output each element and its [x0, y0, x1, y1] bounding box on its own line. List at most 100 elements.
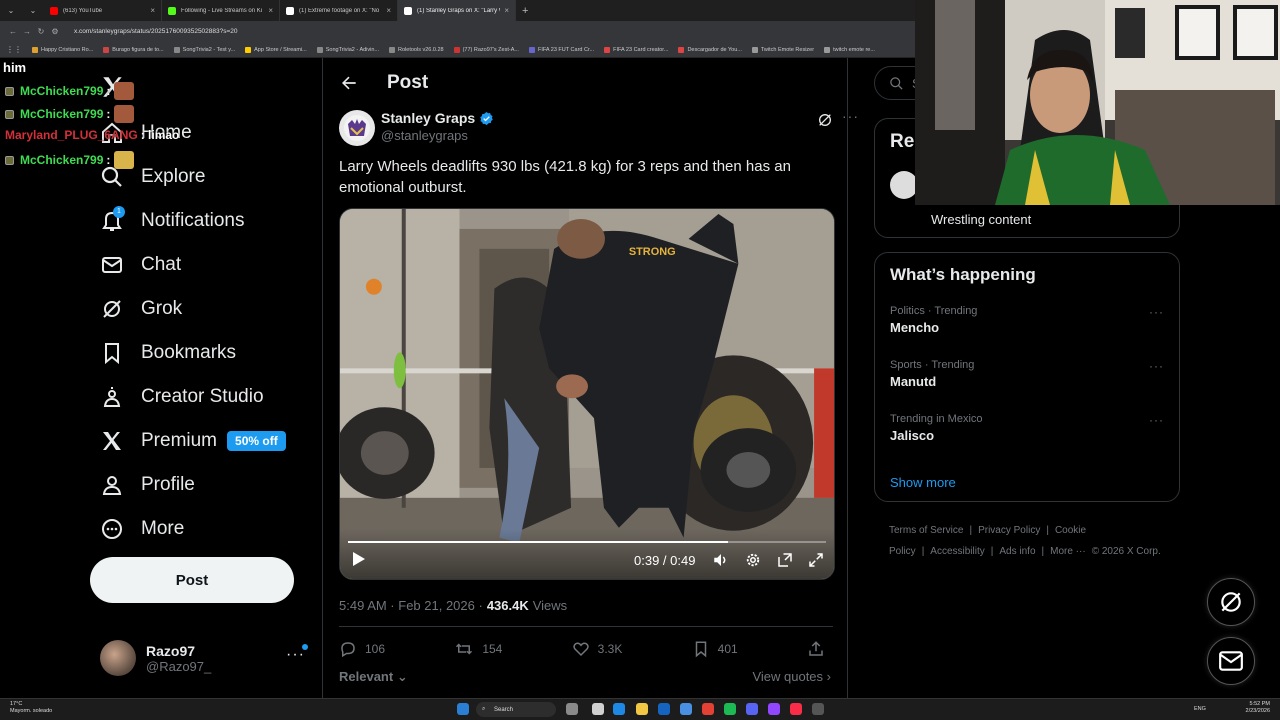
- sidebar-item-more[interactable]: More: [100, 513, 184, 545]
- bookmark-item[interactable]: Roletools v26.0.28: [389, 46, 444, 53]
- bookmark-item[interactable]: SongTrivia2 - Adivin...: [316, 46, 379, 53]
- more-icon[interactable]: ···: [286, 646, 305, 664]
- bookmark-item[interactable]: Burago figura de to...: [103, 46, 164, 53]
- language-indicator[interactable]: ENG: [1194, 706, 1206, 712]
- reload-icon[interactable]: ↻: [34, 27, 48, 36]
- app-icon[interactable]: [812, 703, 824, 715]
- like-button[interactable]: 3.3K: [572, 640, 622, 658]
- widgets-icon[interactable]: [566, 703, 578, 715]
- footer-link[interactable]: Terms of Service: [889, 525, 963, 536]
- trend-item[interactable]: Politics · Trending Mencho ···: [890, 305, 1170, 335]
- share-button[interactable]: [807, 640, 833, 658]
- chat-badge-icon: [5, 109, 14, 119]
- trend-item[interactable]: Sports · Trending Manutd ···: [890, 359, 1170, 389]
- footer-link[interactable]: © 2026 X Corp.: [1092, 546, 1161, 557]
- mail-app-icon[interactable]: [680, 703, 692, 715]
- weather-widget[interactable]: 17°C Mayorm. soleado: [10, 701, 52, 715]
- account-switcher[interactable]: Razo97 @Razo97_ ···: [100, 638, 310, 678]
- author-name[interactable]: Stanley Graps: [381, 110, 494, 126]
- bookmark-item[interactable]: Descargador de You...: [678, 46, 742, 53]
- footer-link[interactable]: More ···: [1050, 546, 1086, 557]
- bookmark-item[interactable]: FIFA 23 FUT Card Cr...: [528, 46, 594, 53]
- taskbar-search[interactable]: ⌕ Search: [476, 702, 556, 717]
- sidebar-item-premium[interactable]: Premium 50% off: [100, 425, 286, 457]
- chrome-icon[interactable]: [702, 703, 714, 715]
- browser-tab[interactable]: (1) Extreme footage on X: "No ×: [280, 0, 398, 21]
- post-timestamp[interactable]: 5:49 AM · Feb 21, 2026 ·: [339, 598, 483, 613]
- sidebar-item-bookmarks[interactable]: Bookmarks: [100, 337, 236, 369]
- file-explorer-icon[interactable]: [636, 703, 648, 715]
- store-icon[interactable]: [658, 703, 670, 715]
- browser-tab[interactable]: (613) YouTube ×: [44, 0, 162, 21]
- author-handle[interactable]: @stanleygraps: [381, 128, 468, 143]
- discord-icon[interactable]: [746, 703, 758, 715]
- back-arrow-icon[interactable]: [339, 73, 359, 93]
- url-field[interactable]: x.com/stanleygraps/status/20251760093525…: [74, 28, 238, 35]
- new-tab-button[interactable]: +: [522, 5, 528, 17]
- browser-tab[interactable]: (1) Stanley Graps on X: "Larry W ×: [398, 0, 516, 21]
- browser-tab[interactable]: Following - Live Streams on Ki ×: [162, 0, 280, 21]
- sidebar-item-notifications[interactable]: 1 Notifications: [100, 205, 245, 237]
- footer-link[interactable]: Ads info: [999, 546, 1035, 557]
- reply-sort-dropdown[interactable]: Relevant ⌄: [339, 669, 408, 685]
- footer-link[interactable]: Privacy Policy: [978, 525, 1040, 536]
- post-more-icon[interactable]: ···: [842, 108, 859, 124]
- edge-icon[interactable]: [613, 703, 625, 715]
- sidebar-item-profile[interactable]: Profile: [100, 469, 195, 501]
- trend-item[interactable]: Trending in Mexico Jalisco ···: [890, 413, 1170, 443]
- settings-icon[interactable]: [744, 551, 762, 569]
- music-icon[interactable]: [790, 703, 802, 715]
- sidebar-item-chat[interactable]: Chat: [100, 249, 181, 281]
- author-avatar[interactable]: [339, 110, 375, 146]
- tab-list-icon[interactable]: ⌄: [0, 0, 22, 21]
- grok-icon[interactable]: [817, 112, 833, 128]
- footer-link[interactable]: Accessibility: [930, 546, 984, 557]
- trend-more-icon[interactable]: ···: [1149, 305, 1164, 319]
- sidebar-item-label: More: [141, 518, 185, 539]
- bookmark-item[interactable]: twitch emote re...: [824, 46, 875, 53]
- bookmark-favicon-icon: [528, 46, 535, 53]
- relevant-avatar[interactable]: [890, 171, 918, 199]
- sidebar-item-grok[interactable]: Grok: [100, 293, 182, 325]
- grok-fab-button[interactable]: [1207, 578, 1255, 626]
- reply-button[interactable]: 106: [339, 640, 385, 658]
- video-player[interactable]: STRONG 0:39 / 0:49: [339, 208, 835, 580]
- apps-icon[interactable]: ⋮⋮: [6, 45, 22, 54]
- repost-button[interactable]: 154: [454, 640, 502, 658]
- close-icon[interactable]: ×: [504, 6, 509, 15]
- bell-icon: 1: [100, 206, 125, 233]
- search-icon: ⌕: [482, 706, 486, 712]
- show-more-link[interactable]: Show more: [890, 475, 956, 490]
- start-icon[interactable]: [457, 703, 469, 715]
- forward-icon[interactable]: →: [20, 27, 34, 36]
- obs-icon[interactable]: [768, 703, 780, 715]
- site-info-icon[interactable]: ⚙: [48, 27, 62, 36]
- task-view-icon[interactable]: [592, 703, 604, 715]
- trend-more-icon[interactable]: ···: [1149, 359, 1164, 373]
- clock[interactable]: 5:52 PM 2/23/2026: [1246, 701, 1270, 715]
- bookmark-item[interactable]: SongTrivia2 - Test y...: [173, 46, 235, 53]
- sidebar-item-creator-studio[interactable]: Creator Studio: [100, 381, 264, 413]
- bookmark-item[interactable]: Happy Cristiano Ro...: [32, 46, 93, 53]
- bookmark-item[interactable]: (77) Razo97's Zest-A...: [453, 46, 519, 53]
- bookmark-item[interactable]: Twitch Emote Resizer: [751, 46, 814, 53]
- view-quotes-link[interactable]: View quotes ›: [752, 669, 831, 684]
- bookmark-button[interactable]: 401: [692, 640, 738, 658]
- back-icon[interactable]: ←: [6, 27, 20, 36]
- bookmark-item[interactable]: FIFA 23 Card creator...: [604, 46, 668, 53]
- trend-more-icon[interactable]: ···: [1149, 413, 1164, 427]
- pip-icon[interactable]: [776, 551, 794, 569]
- fullscreen-icon[interactable]: [807, 551, 825, 569]
- close-icon[interactable]: ×: [386, 6, 391, 15]
- play-icon[interactable]: [352, 551, 366, 567]
- close-icon[interactable]: ×: [150, 6, 155, 15]
- messages-fab-button[interactable]: [1207, 637, 1255, 685]
- bookmark-item[interactable]: App Store / Streami...: [245, 46, 307, 53]
- close-icon[interactable]: ×: [268, 6, 273, 15]
- video-progress-bar[interactable]: [348, 541, 826, 543]
- spotify-icon[interactable]: [724, 703, 736, 715]
- post-button[interactable]: Post: [90, 557, 294, 603]
- sidebar-item-label: Bookmarks: [141, 342, 237, 363]
- volume-icon[interactable]: [712, 551, 730, 569]
- chevron-down-icon[interactable]: ⌄: [22, 0, 44, 21]
